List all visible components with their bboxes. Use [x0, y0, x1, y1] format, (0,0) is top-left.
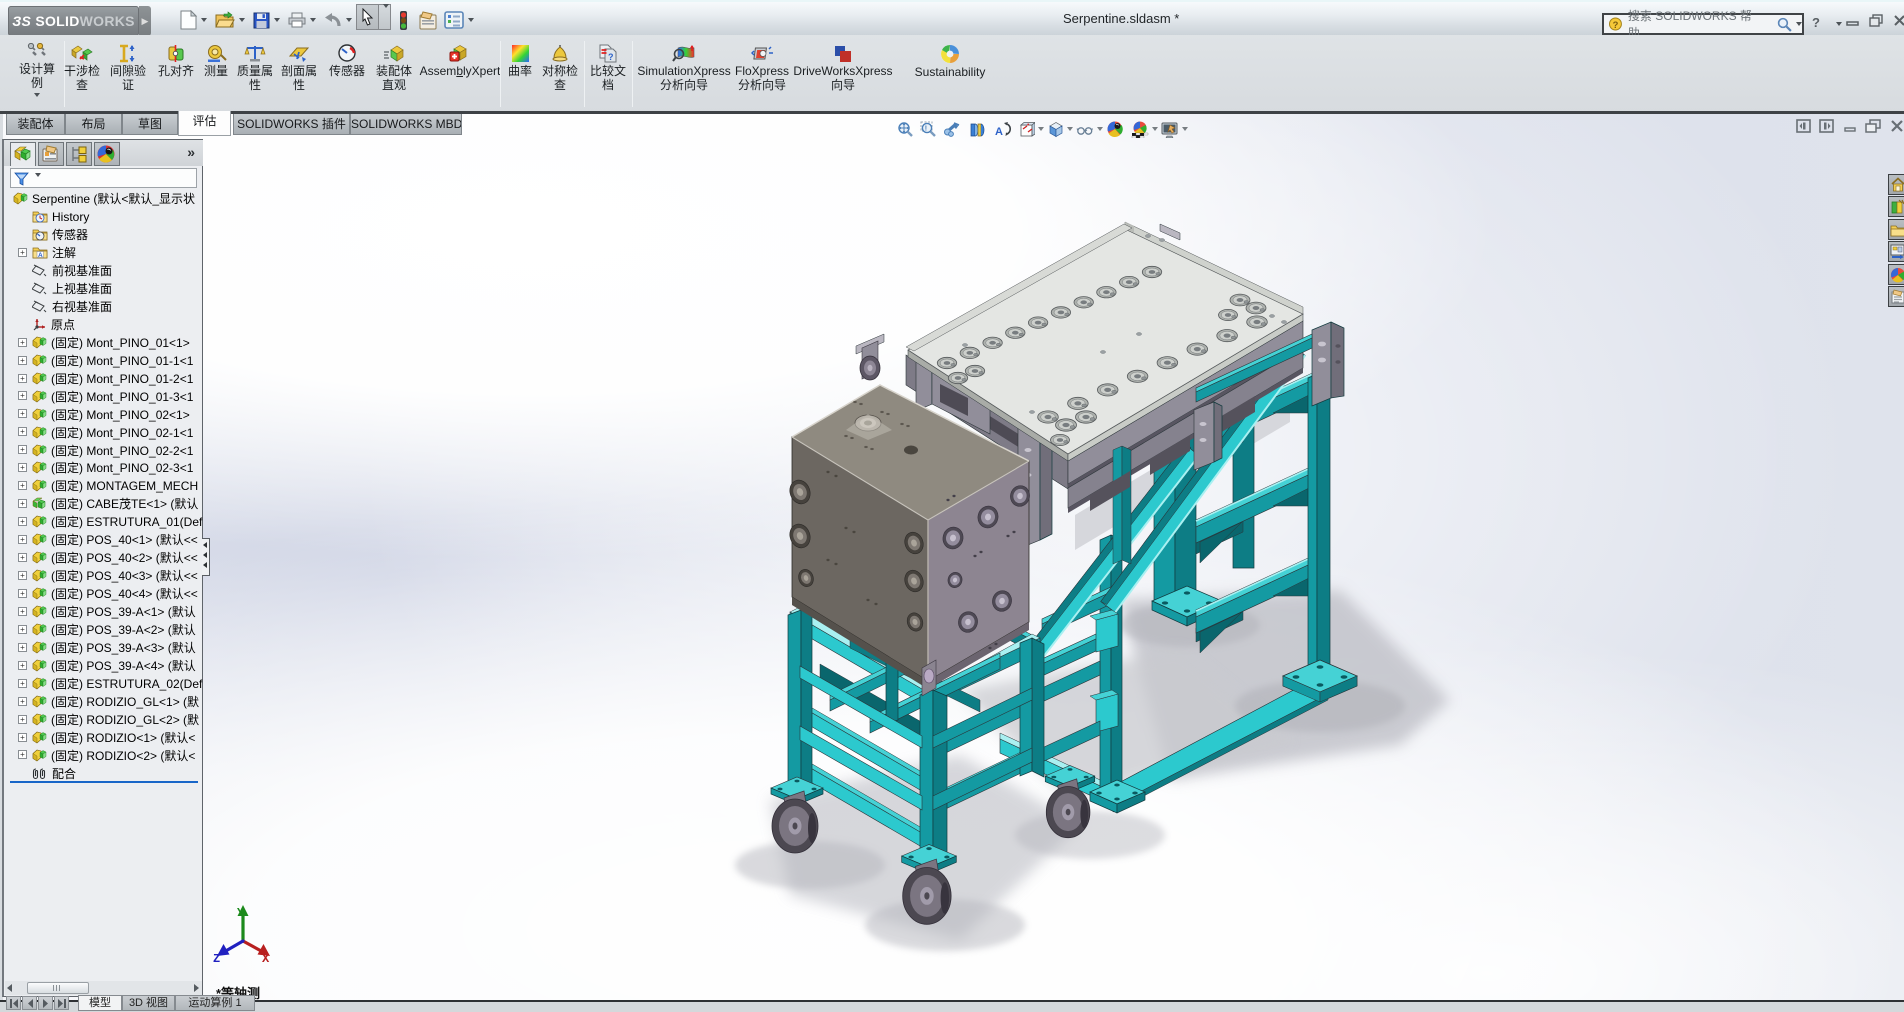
svg-text:X: X [262, 952, 270, 966]
svg-text:Y: Y [237, 906, 245, 920]
svg-text:!: ! [925, 125, 927, 132]
svg-text:Z: Z [213, 952, 220, 966]
svg-text:?: ? [1613, 19, 1619, 30]
svg-text:A: A [38, 252, 43, 259]
svg-text:A: A [995, 126, 1003, 138]
svg-text:?: ? [608, 52, 614, 62]
